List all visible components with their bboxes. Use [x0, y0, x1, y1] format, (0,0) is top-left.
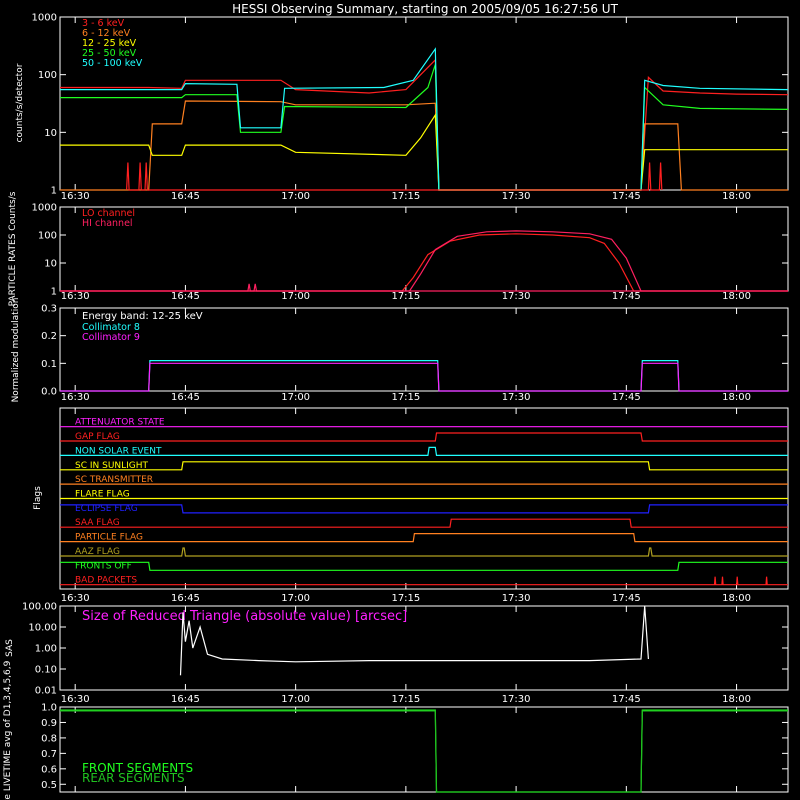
- x-tick-label: 18:00: [722, 392, 751, 403]
- x-tick-label: 17:45: [612, 291, 641, 302]
- y-tick-label: 100: [38, 231, 57, 242]
- x-tick-label: 17:15: [391, 593, 420, 604]
- series-line: [60, 504, 788, 514]
- y-tick-label: 0.7: [41, 749, 57, 760]
- x-tick-label: 18:00: [722, 593, 751, 604]
- x-tick-label: 16:45: [171, 392, 200, 403]
- x-tick-label: 18:00: [722, 191, 751, 202]
- legend-entry: 50 - 100 keV: [82, 58, 143, 69]
- observing-summary-figure: HESSI Observing Summary, starting on 200…: [3, 2, 789, 800]
- y-tick-label: 10: [44, 128, 57, 139]
- legend-entry: REAR SEGMENTS: [82, 771, 185, 785]
- x-tick-label: 18:00: [722, 291, 751, 302]
- series-line: [60, 432, 788, 442]
- x-tick-label: 17:15: [391, 191, 420, 202]
- series-line: [60, 561, 788, 571]
- series-line: [60, 461, 788, 471]
- y-tick-label: 1.00: [35, 644, 57, 655]
- y-tick-label: 0.6: [41, 764, 57, 775]
- series-line: [60, 533, 788, 543]
- legend-entry: Collimator 9: [82, 332, 140, 343]
- y-axis-label: PARTICLE RATES Counts/s: [8, 191, 18, 306]
- series-line: [60, 547, 788, 557]
- y-axis-label: Flags: [33, 486, 43, 510]
- series-line: [60, 233, 788, 292]
- panel-0: 16:30 16:45 17:00 17:15 17:30 17:45 18:00 1 10 10…: [15, 13, 789, 202]
- series-line: [60, 283, 788, 292]
- x-tick-label: 17:30: [502, 694, 531, 705]
- x-tick-label: 17:00: [281, 694, 310, 705]
- x-tick-label: 17:45: [612, 191, 641, 202]
- series-line: [60, 446, 788, 456]
- x-tick-label: 16:45: [171, 694, 200, 705]
- y-tick-label: 100.00: [22, 602, 57, 613]
- x-tick-label: 16:45: [171, 191, 200, 202]
- x-tick-label: 17:45: [612, 392, 641, 403]
- y-tick-label: 1000: [32, 13, 57, 24]
- x-tick-label: 17:00: [281, 191, 310, 202]
- x-tick-label: 17:30: [502, 593, 531, 604]
- y-axis-label: Normalized modulation: [11, 298, 21, 403]
- x-tick-label: 16:30: [61, 593, 90, 604]
- x-tick-label: 16:30: [61, 694, 90, 705]
- series-line: [60, 576, 788, 586]
- y-tick-label: 0.1: [41, 359, 57, 370]
- x-tick-label: 16:30: [61, 191, 90, 202]
- y-tick-label: 10: [44, 259, 57, 270]
- annotation: Energy band: 12-25 keV: [82, 311, 203, 322]
- x-tick-label: 17:00: [281, 392, 310, 403]
- y-tick-label: 10.00: [28, 623, 57, 634]
- x-tick-label: 17:45: [612, 694, 641, 705]
- series-line: [60, 100, 788, 191]
- series-line: [60, 362, 788, 392]
- y-tick-label: 0.9: [41, 718, 57, 729]
- annotation: Size of Reduced Triangle (absolute value…: [82, 609, 407, 624]
- y-axis-label: counts/s/detector: [15, 63, 25, 142]
- chart-title: HESSI Observing Summary, starting on 200…: [232, 2, 618, 16]
- panel-5: 0.5 0.6 0.7 0.8 0.9 1.0 Mon. Rate LIVETIME avg…: [3, 660, 789, 800]
- y-tick-label: 0.0: [41, 387, 57, 398]
- x-tick-label: 17:30: [502, 291, 531, 302]
- y-tick-label: 0.10: [35, 665, 57, 676]
- series-line: [60, 47, 789, 191]
- panel-3: 16:30 16:45 17:00 17:15 17:30 17:45 18:00 Flags…: [33, 407, 789, 604]
- y-tick-label: 1: [51, 186, 57, 197]
- x-tick-label: 16:45: [171, 593, 200, 604]
- x-tick-label: 18:00: [722, 694, 751, 705]
- y-tick-label: 0.8: [41, 733, 57, 744]
- panel-4: 16:30 16:45 17:00 17:15 17:30 17:45 18:00 0.01 0…: [5, 602, 789, 705]
- x-tick-label: 17:15: [391, 694, 420, 705]
- series-line: [60, 64, 789, 191]
- x-tick-label: 17:30: [502, 191, 531, 202]
- x-tick-label: 17:00: [281, 593, 310, 604]
- series-line: [60, 518, 788, 528]
- legend-entry: HI channel: [82, 218, 133, 229]
- y-tick-label: 0.2: [41, 331, 57, 342]
- x-tick-label: 16:30: [61, 291, 90, 302]
- panel-1: 16:30 16:45 17:00 17:15 17:30 17:45 18:00 1 10 10…: [8, 191, 789, 306]
- series-line: [126, 162, 663, 191]
- y-tick-label: 1: [51, 287, 57, 298]
- x-tick-label: 17:45: [612, 593, 641, 604]
- x-tick-label: 17:15: [391, 291, 420, 302]
- y-tick-label: 0.01: [35, 686, 57, 697]
- x-tick-label: 17:30: [502, 392, 531, 403]
- y-tick-label: 1000: [32, 203, 57, 214]
- y-tick-label: 1.0: [41, 703, 57, 714]
- y-axis-label: Mon. Rate LIVETIME avg of D1,3,4,5,6,9: [3, 660, 13, 800]
- plot-frame: [59, 206, 789, 292]
- y-axis-label: SAS: [5, 639, 15, 657]
- y-tick-label: 100: [38, 70, 57, 81]
- panel-2: 16:30 16:45 17:00 17:15 17:30 17:45 18:00 0.0 0.…: [11, 298, 789, 403]
- x-tick-label: 17:15: [391, 392, 420, 403]
- x-tick-label: 16:45: [171, 291, 200, 302]
- y-tick-label: 0.3: [41, 304, 57, 315]
- y-tick-label: 0.5: [41, 780, 57, 791]
- series-line: [60, 58, 789, 191]
- x-tick-label: 17:00: [281, 291, 310, 302]
- panels: 16:30 16:45 17:00 17:15 17:30 17:45 18:0011010…: [3, 13, 789, 800]
- x-tick-label: 16:30: [61, 392, 90, 403]
